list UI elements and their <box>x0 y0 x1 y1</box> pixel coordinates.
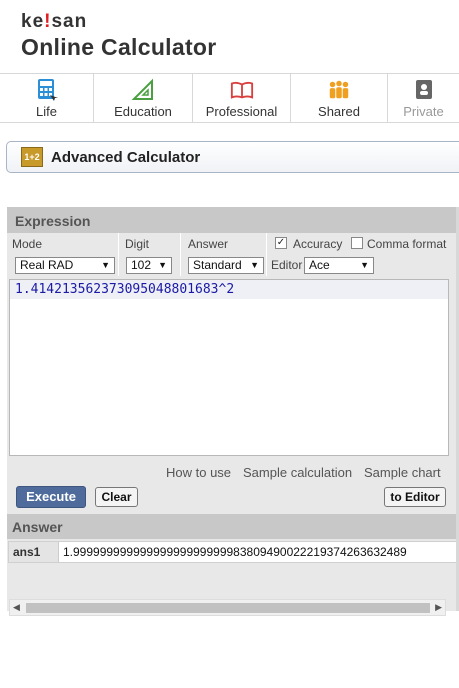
editor-select-value: Ace <box>309 258 330 272</box>
answer-header: Answer <box>7 514 459 539</box>
sample-chart-link[interactable]: Sample chart <box>364 465 441 480</box>
people-icon <box>327 78 351 102</box>
chevron-down-icon: ▼ <box>101 260 110 270</box>
answer-select[interactable]: Standard ▼ <box>188 257 264 274</box>
comma-format-label: Comma format <box>367 237 447 251</box>
comma-format-checkbox[interactable] <box>351 237 363 249</box>
execute-button[interactable]: Execute <box>16 486 86 508</box>
option-divider <box>266 233 267 276</box>
answer-label: Answer <box>188 237 229 251</box>
digit-select-value: 102 <box>131 258 152 272</box>
accuracy-checkbox[interactable]: ✓ <box>275 237 287 249</box>
scroll-left-icon[interactable]: ◀ <box>13 602 20 613</box>
editor-select[interactable]: Ace ▼ <box>304 257 374 274</box>
answer-select-value: Standard <box>193 258 242 272</box>
nav-label-life: Life <box>36 104 57 119</box>
nav-item-education[interactable]: Education <box>94 74 193 122</box>
answer-horizontal-scrollbar[interactable]: ◀ ▶ <box>9 599 446 616</box>
book-icon <box>230 78 254 102</box>
option-divider <box>118 233 119 276</box>
mode-label: Mode <box>12 237 43 251</box>
category-nav: Life Education Professional Shared Priva… <box>0 73 459 123</box>
calculator-title-icon: 1+2 <box>21 147 43 167</box>
answer-label: ans1 <box>9 542 59 562</box>
chevron-down-icon: ▼ <box>250 260 259 270</box>
digit-label: Digit <box>125 237 150 251</box>
scroll-right-icon[interactable]: ▶ <box>435 602 442 613</box>
option-divider <box>180 233 181 276</box>
answer-row: ans1 1.999999999999999999999999838094900… <box>8 541 459 563</box>
address-book-icon <box>412 78 436 102</box>
site-logo[interactable]: ke!san Online Calculator <box>21 11 217 61</box>
nav-item-life[interactable]: Life <box>0 74 94 122</box>
mode-select-value: Real RAD <box>20 258 74 272</box>
calculator-title-bar: 1+2 Advanced Calculator <box>6 141 459 173</box>
chevron-down-icon: ▼ <box>158 260 167 270</box>
expression-header: Expression <box>7 207 459 233</box>
expression-editor[interactable]: 1.414213562373095048801683^2 <box>9 279 449 456</box>
to-editor-button[interactable]: to Editor <box>384 487 446 507</box>
expression-input-line[interactable]: 1.414213562373095048801683^2 <box>10 280 448 299</box>
nav-item-shared[interactable]: Shared <box>291 74 388 122</box>
nav-label-shared: Shared <box>318 104 360 119</box>
scrollbar-thumb[interactable] <box>26 603 430 613</box>
nav-label-private: Private <box>403 104 444 119</box>
logo-keisan: ke!san <box>21 11 88 32</box>
mode-select[interactable]: Real RAD ▼ <box>15 257 115 274</box>
triangle-ruler-icon <box>131 78 155 102</box>
digit-select[interactable]: 102 ▼ <box>126 257 172 274</box>
nav-item-private[interactable]: Private <box>388 74 459 122</box>
nav-label-professional: Professional <box>205 104 278 119</box>
logo-title: Online Calculator <box>21 34 217 60</box>
how-to-use-link[interactable]: How to use <box>166 465 231 480</box>
clear-button[interactable]: Clear <box>95 487 138 507</box>
calculator-icon <box>35 78 59 102</box>
page-title: Advanced Calculator <box>51 148 201 166</box>
nav-item-professional[interactable]: Professional <box>193 74 291 122</box>
editor-label: Editor <box>271 258 303 272</box>
chevron-down-icon: ▼ <box>360 260 369 270</box>
nav-label-education: Education <box>114 104 172 119</box>
accuracy-label: Accuracy <box>293 237 343 251</box>
answer-value[interactable]: 1.99999999999999999999999983809490022219… <box>63 542 458 562</box>
sample-calculation-link[interactable]: Sample calculation <box>243 465 352 480</box>
